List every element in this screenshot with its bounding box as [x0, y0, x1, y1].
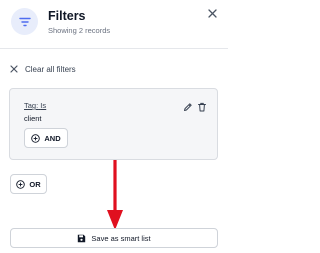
clear-all-filters-button[interactable]: Clear all filters [10, 62, 76, 76]
filter-badge [11, 8, 38, 35]
and-button-label: AND [44, 133, 61, 143]
close-icon [10, 65, 18, 73]
save-button-label: Save as smart list [91, 233, 151, 243]
edit-condition-button[interactable] [183, 99, 193, 111]
floppy-disk-icon [78, 234, 86, 242]
trash-icon [198, 102, 206, 112]
record-count: Showing 2 records [48, 26, 111, 35]
filters-panel-header: Filters Showing 2 records [0, 0, 228, 46]
filter-field: Tag: [24, 101, 39, 110]
add-and-condition-button[interactable]: AND [24, 128, 68, 148]
header-divider [0, 48, 228, 49]
pencil-icon [184, 103, 192, 111]
filter-lines-icon [18, 17, 31, 26]
panel-title: Filters [48, 9, 86, 23]
filter-value: client [24, 114, 42, 123]
close-icon [207, 8, 217, 18]
filter-group-card: Tag: Is client AND [9, 88, 218, 160]
delete-condition-button[interactable] [197, 99, 207, 112]
close-panel-button[interactable] [206, 7, 218, 19]
plus-circle-icon [16, 179, 26, 189]
filter-condition-link[interactable]: Tag: Is [24, 101, 46, 110]
save-as-smart-list-button[interactable]: Save as smart list [10, 228, 218, 248]
or-button-label: OR [29, 179, 41, 189]
clear-all-filters-label: Clear all filters [25, 64, 76, 74]
plus-circle-icon [31, 133, 41, 143]
add-or-group-button[interactable]: OR [10, 174, 47, 194]
annotation-arrow [107, 160, 123, 230]
filter-operator: Is [40, 101, 47, 110]
